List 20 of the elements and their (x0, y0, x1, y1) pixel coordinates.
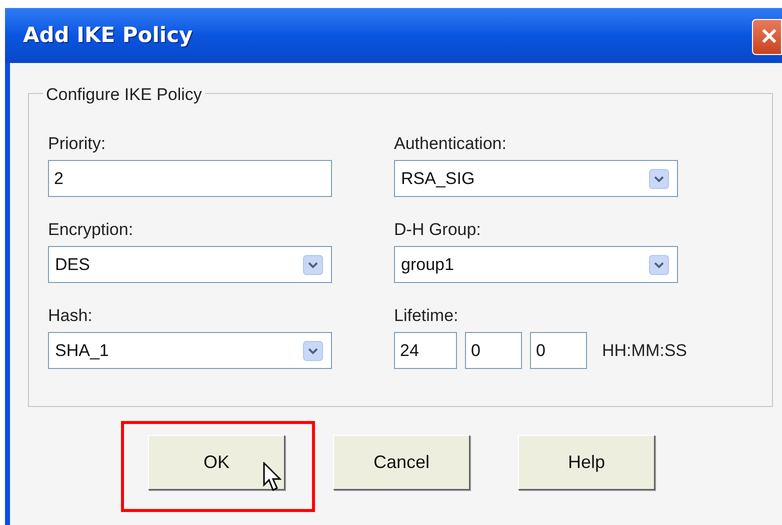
dropdown[interactable]: group1 (394, 246, 678, 283)
dialog-button[interactable]: OK (148, 435, 285, 490)
time-field[interactable]: 0 (530, 332, 587, 369)
dialog-button[interactable]: Cancel (333, 435, 470, 490)
field-label: Priority: (48, 134, 107, 154)
input-field[interactable]: 2 (48, 160, 332, 197)
close-button[interactable]: ✕ (752, 18, 782, 54)
field-label: D-H Group: (394, 220, 482, 240)
window-title: Add IKE Policy (23, 22, 193, 49)
dropdown[interactable]: SHA_1 (48, 332, 332, 369)
time-field[interactable]: 0 (465, 332, 522, 369)
field-label: Encryption: (48, 220, 134, 240)
dropdown[interactable]: DES (48, 246, 332, 283)
time-format-label: HH:MM:SS (602, 340, 687, 362)
dropdown[interactable]: RSA_SIG (394, 160, 678, 197)
field-label: Authentication: (394, 134, 508, 154)
time-field[interactable]: 24 (394, 332, 457, 369)
dialog-button[interactable]: Help (518, 435, 655, 490)
field-label: Lifetime: (394, 306, 460, 326)
field-label: Hash: (48, 306, 94, 326)
